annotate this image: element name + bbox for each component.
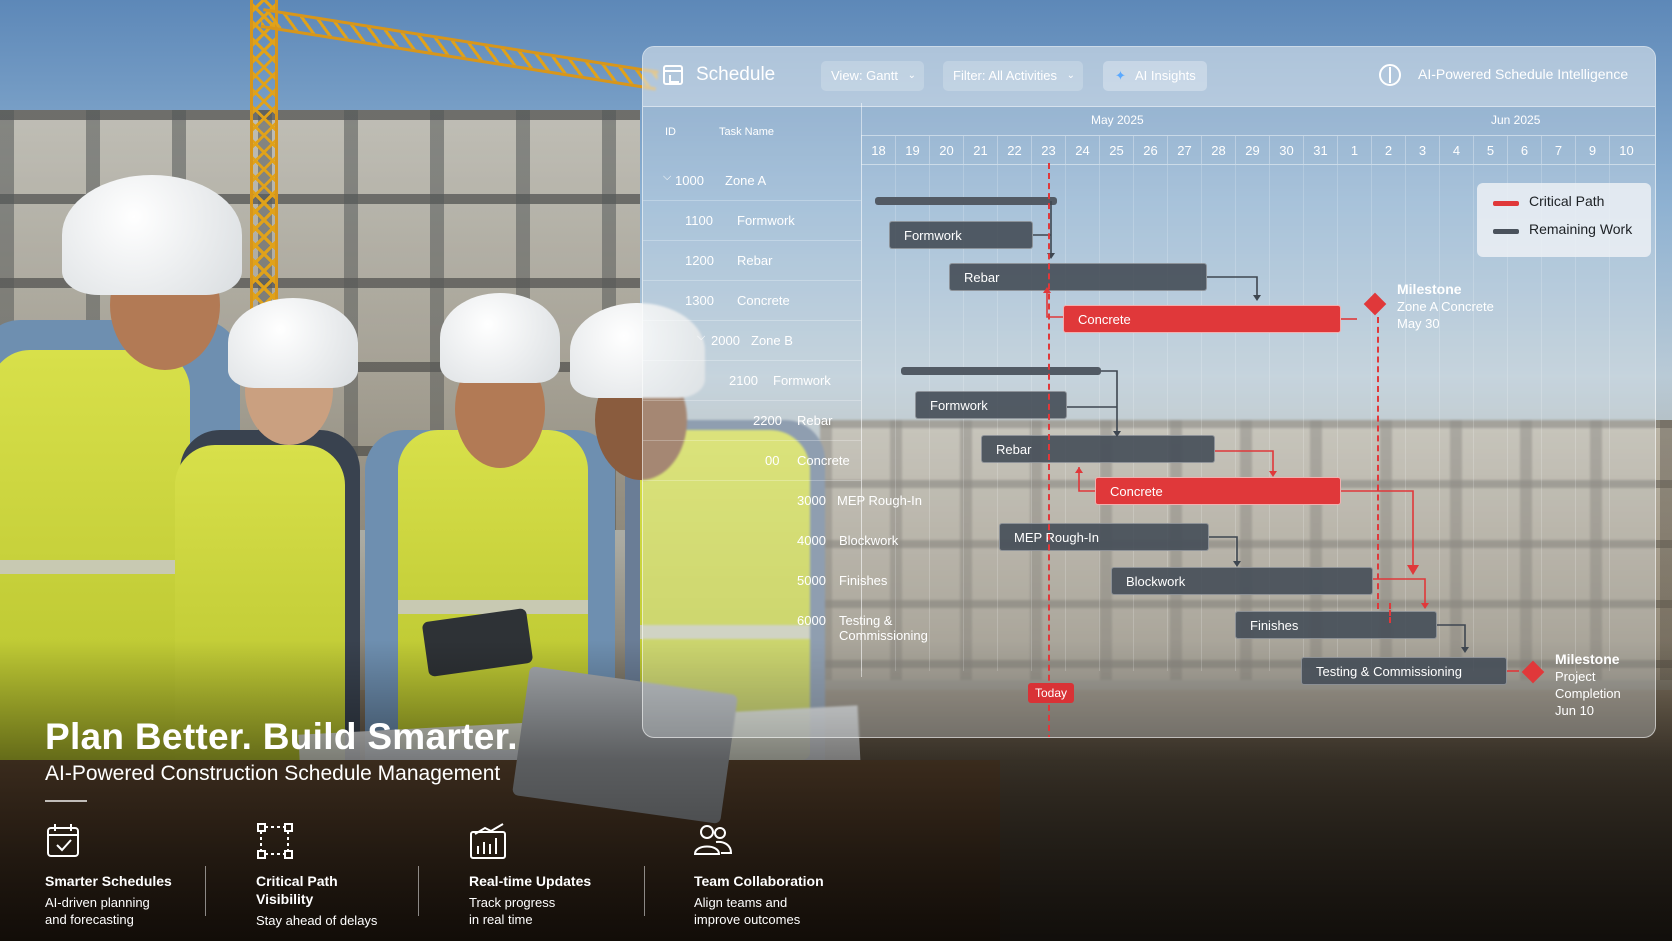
feature-desc: Track progress: [469, 895, 556, 910]
legend-swatch-critical: [1493, 201, 1519, 206]
feature-title: Smarter Schedules: [45, 873, 172, 889]
milestone-date: Jun 10: [1555, 703, 1595, 718]
feature-smarter-schedules: Smarter Schedules AI-driven planning and…: [45, 822, 172, 928]
milestone-title: Milestone: [1397, 281, 1462, 297]
feature-desc: Align teams and: [694, 895, 788, 910]
critical-path-dashed-line: [1377, 317, 1379, 609]
hero-headline: Plan Better. Build Smarter.: [45, 716, 518, 757]
legend-critical-label: Critical Path: [1529, 193, 1605, 209]
feature-title-line2: Visibility: [256, 891, 314, 907]
feature-real-time-updates: Real-time Updates Track progress in real…: [469, 822, 591, 928]
feature-critical-path: Critical Path Visibility Stay ahead of d…: [256, 822, 377, 929]
team-icon: [693, 822, 733, 860]
feature-divider: [418, 866, 419, 916]
milestone-date: May 30: [1397, 316, 1440, 331]
today-marker-line: [1048, 163, 1050, 737]
bar-chart-icon: [469, 822, 507, 860]
feature-divider: [644, 866, 645, 916]
dependency-connectors: [1033, 201, 1519, 672]
feature-title: Critical Path: [256, 873, 338, 889]
today-badge: Today: [1028, 683, 1075, 703]
feature-divider: [205, 866, 206, 916]
milestone-title: Milestone: [1555, 651, 1620, 667]
critical-path-dashed-line: [1389, 603, 1391, 623]
gantt-legend: Critical Path Remaining Work: [1477, 183, 1651, 257]
legend-swatch-remaining: [1493, 229, 1519, 234]
milestone-name: Project Completion: [1555, 669, 1621, 701]
feature-desc: AI-driven planning: [45, 895, 150, 910]
legend-remaining-label: Remaining Work: [1529, 221, 1633, 237]
feature-title: Team Collaboration: [694, 873, 824, 889]
crane-mast: [250, 0, 278, 330]
critical-path-icon: [256, 822, 294, 860]
milestone-label-zone-a: Milestone Zone A Concrete May 30: [1397, 281, 1494, 332]
milestone-name: Zone A Concrete: [1397, 299, 1494, 314]
feature-team-collaboration: Team Collaboration Align teams and impro…: [693, 822, 824, 928]
schedule-panel: Schedule View: Gantt ⌄ Filter: All Activ…: [642, 46, 1656, 738]
feature-desc: improve outcomes: [694, 912, 801, 927]
feature-desc: Stay ahead of delays: [256, 913, 378, 928]
hero-divider: [45, 800, 87, 802]
calendar-check-icon: [45, 822, 83, 860]
milestone-label-completion: Milestone Project Completion Jun 10: [1555, 651, 1655, 719]
feature-desc: in real time: [469, 912, 533, 927]
feature-desc: and forecasting: [45, 912, 134, 927]
hero-subline: AI-Powered Construction Schedule Managem…: [45, 762, 501, 785]
feature-title: Real-time Updates: [469, 873, 592, 889]
